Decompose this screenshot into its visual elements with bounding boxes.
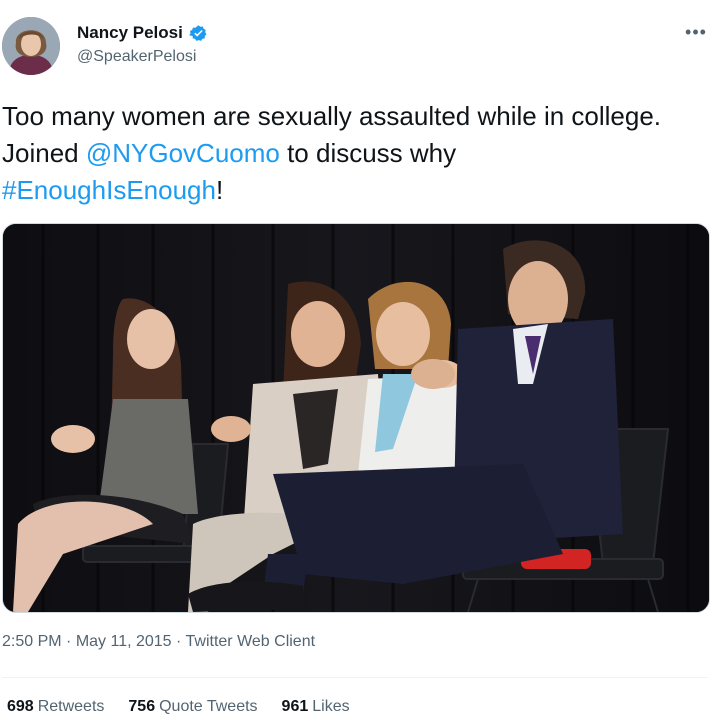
more-horizontal-icon[interactable]: ••• — [684, 22, 708, 42]
tweet-photo[interactable] — [2, 223, 710, 613]
hashtag-link[interactable]: #EnoughIsEnough — [2, 175, 216, 205]
quote-tweets-count: 756 — [128, 698, 156, 715]
mention-link[interactable]: @NYGovCuomo — [86, 138, 280, 168]
tweet-text: Too many women are sexually assaulted wh… — [2, 98, 682, 209]
tweet-text-part: to discuss why — [279, 138, 457, 168]
retweets-stat[interactable]: 698 Retweets — [7, 698, 104, 716]
tweet-source[interactable]: Twitter Web Client — [186, 633, 316, 650]
retweets-label: Retweets — [37, 698, 105, 715]
likes-count: 961 — [281, 698, 309, 715]
event-photo — [3, 224, 709, 612]
quote-tweets-label: Quote Tweets — [159, 698, 258, 715]
tweet-meta: 2:50 PM · May 11, 2015 · Twitter Web Cli… — [2, 633, 315, 651]
avatar[interactable] — [2, 17, 60, 75]
author-name-row: Nancy Pelosi — [77, 23, 208, 43]
likes-label: Likes — [312, 698, 350, 715]
author-name[interactable]: Nancy Pelosi — [77, 23, 183, 43]
tweet-stats: 698 Retweets 756 Quote Tweets 961 Likes — [7, 698, 350, 716]
tweet-text-part: ! — [215, 175, 224, 205]
likes-stat[interactable]: 961 Likes — [282, 698, 350, 716]
avatar-image — [2, 17, 60, 75]
author-handle[interactable]: @SpeakerPelosi — [77, 48, 196, 66]
retweets-count: 698 — [7, 698, 34, 715]
tweet: Nancy Pelosi @SpeakerPelosi ••• Too many… — [0, 0, 712, 724]
quote-tweets-stat[interactable]: 756 Quote Tweets — [128, 698, 257, 716]
tweet-date[interactable]: May 11, 2015 — [76, 633, 172, 650]
meta-separator: · — [171, 633, 186, 650]
meta-separator: · — [61, 633, 76, 650]
divider — [2, 677, 708, 678]
verified-badge-icon — [189, 24, 207, 41]
tweet-time[interactable]: 2:50 PM — [2, 633, 62, 650]
